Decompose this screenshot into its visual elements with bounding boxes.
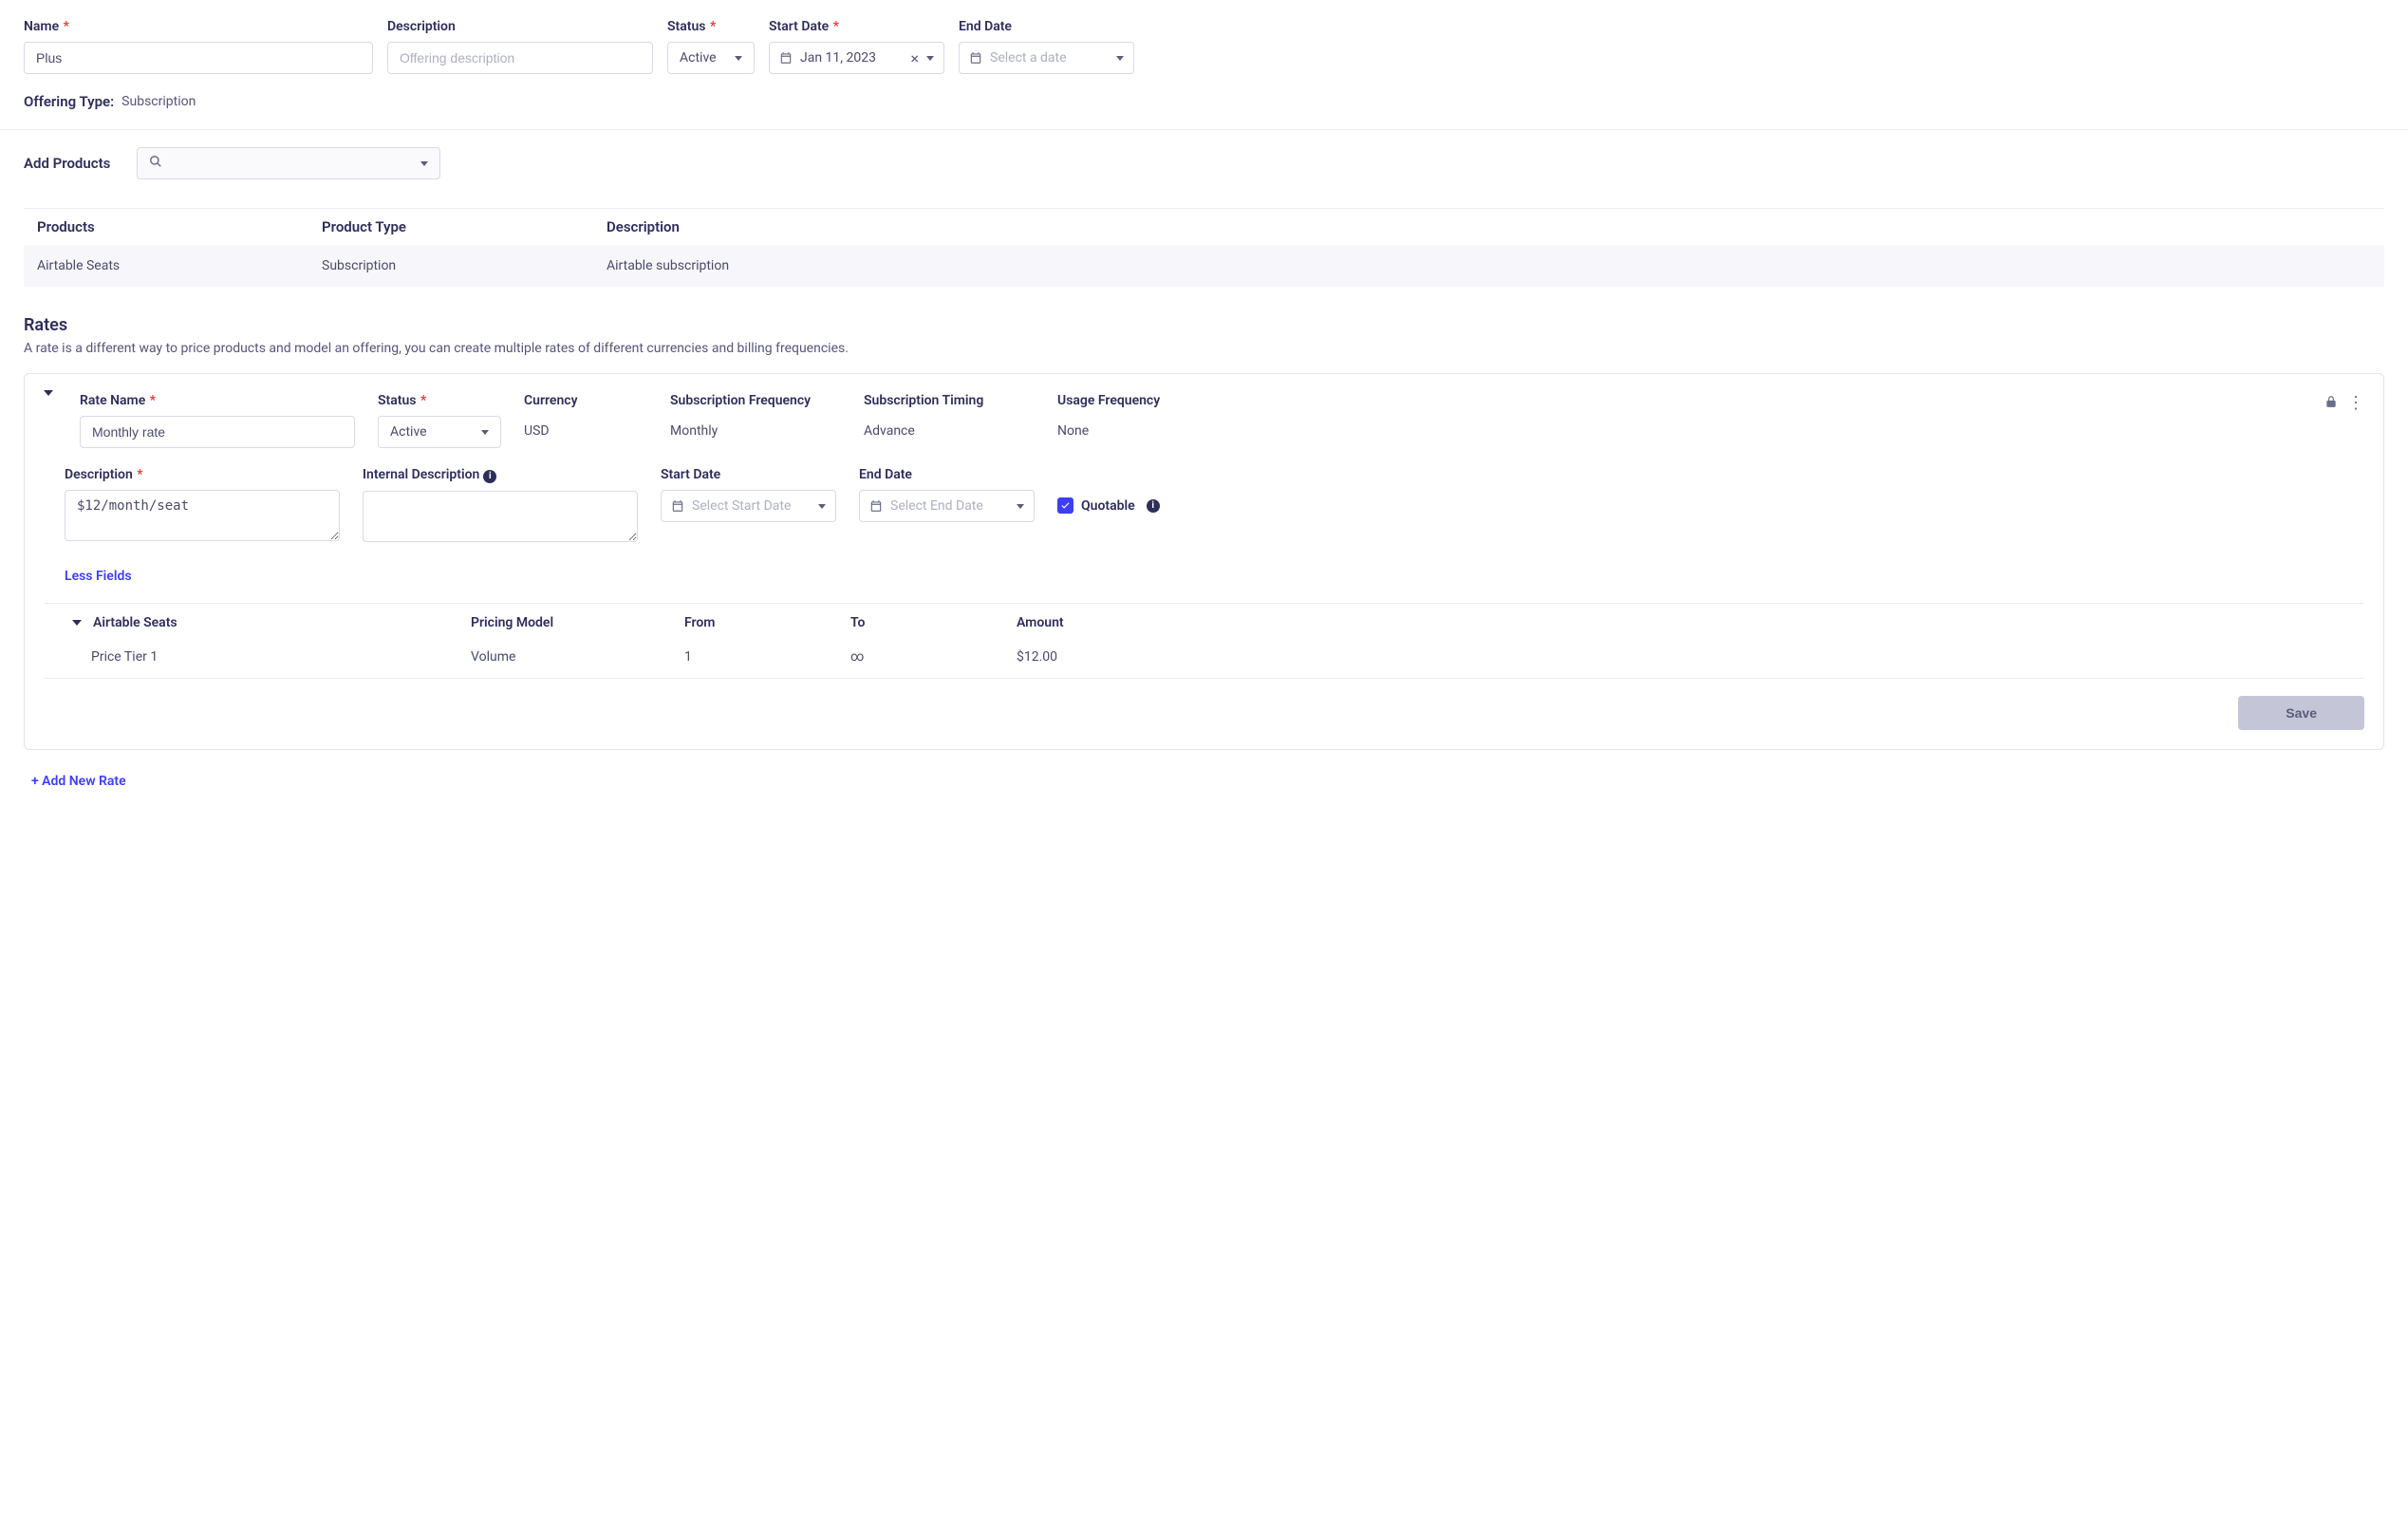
rate-end-date-label: End Date [859, 467, 1035, 482]
rate-name-label: Rate Name * [80, 393, 355, 408]
info-icon[interactable]: i [1147, 499, 1160, 513]
currency-label: Currency [524, 393, 647, 408]
rate-end-date-placeholder: Select End Date [890, 498, 1009, 514]
tier-model: Volume [471, 649, 684, 665]
sub-timing-label: Subscription Timing [864, 393, 1035, 408]
rate-name-input[interactable] [80, 416, 355, 448]
product-description: Airtable subscription [607, 258, 2371, 273]
pricing-model-header: Pricing Model [471, 615, 684, 630]
rate-card: Rate Name * Status * Active Currency USD… [24, 373, 2384, 750]
name-input[interactable] [24, 42, 373, 74]
rate-status-select[interactable]: Active [378, 416, 501, 448]
rate-description-input[interactable] [65, 490, 340, 541]
product-name: Airtable Seats [37, 258, 322, 273]
price-tier-row: Price Tier 1 Volume 1 ∞ $12.00 [44, 642, 2364, 678]
sub-freq-value: Monthly [670, 416, 841, 439]
pricing-from-header: From [684, 615, 850, 630]
tier-from: 1 [684, 649, 850, 665]
tier-name: Price Tier 1 [91, 649, 471, 665]
name-label: Name * [24, 19, 373, 34]
rate-status-label: Status * [378, 393, 501, 408]
chevron-down-icon[interactable] [72, 620, 82, 626]
search-icon [149, 155, 162, 172]
status-label: Status * [667, 19, 755, 34]
add-products-search[interactable] [137, 147, 440, 179]
rate-start-date-input[interactable]: Select Start Date [661, 490, 836, 522]
clear-icon[interactable]: × [910, 49, 919, 67]
status-value: Active [680, 50, 717, 66]
products-header-products: Products [37, 218, 322, 235]
products-header-description: Description [607, 218, 2371, 235]
pricing-amount-header: Amount [1017, 615, 2355, 630]
sub-freq-label: Subscription Frequency [670, 393, 841, 408]
add-products-label: Add Products [24, 155, 110, 172]
pricing-product-name: Airtable Seats [93, 615, 177, 630]
start-date-input[interactable]: Jan 11, 2023 × [769, 42, 944, 74]
pricing-to-header: To [850, 615, 1017, 630]
usage-freq-value: None [1057, 416, 1200, 439]
tier-to: ∞ [850, 649, 1017, 665]
quotable-checkbox[interactable] [1057, 497, 1073, 514]
start-date-value: Jan 11, 2023 [800, 50, 903, 66]
chevron-down-icon [818, 504, 826, 509]
calendar-icon [779, 51, 793, 65]
info-icon[interactable]: i [483, 470, 496, 483]
rate-start-date-placeholder: Select Start Date [692, 498, 811, 514]
rates-subtitle: A rate is a different way to price produ… [24, 341, 2384, 356]
currency-value: USD [524, 416, 647, 439]
rate-description-label: Description * [65, 467, 340, 482]
product-row[interactable]: Airtable Seats Subscription Airtable sub… [24, 245, 2384, 287]
description-input[interactable] [387, 42, 653, 74]
calendar-icon [869, 499, 883, 513]
internal-desc-input[interactable] [363, 491, 638, 542]
quotable-label: Quotable [1081, 498, 1135, 514]
less-fields-link[interactable]: Less Fields [65, 569, 132, 584]
offering-type-value: Subscription [121, 94, 196, 109]
calendar-icon [671, 499, 684, 513]
chevron-down-icon [735, 56, 742, 61]
rates-title: Rates [24, 315, 2384, 335]
chevron-down-icon [420, 161, 428, 166]
chevron-down-icon [1017, 504, 1024, 509]
rate-status-value: Active [390, 424, 427, 440]
status-select[interactable]: Active [667, 42, 755, 74]
product-type: Subscription [322, 258, 607, 273]
end-date-input[interactable]: Select a date [959, 42, 1134, 74]
start-date-label: Start Date * [769, 19, 944, 34]
chevron-down-icon [44, 390, 53, 411]
tier-amount: $12.00 [1017, 649, 2355, 665]
more-menu-icon[interactable]: ⋮ [2347, 395, 2364, 412]
collapse-toggle[interactable] [44, 396, 53, 411]
offering-type-label: Offering Type: [24, 93, 114, 110]
description-label: Description [387, 19, 653, 34]
add-new-rate-link[interactable]: + Add New Rate [31, 774, 2384, 789]
rate-end-date-input[interactable]: Select End Date [859, 490, 1035, 522]
save-button[interactable]: Save [2238, 696, 2364, 730]
chevron-down-icon [1116, 56, 1124, 61]
chevron-down-icon [481, 430, 489, 435]
end-date-label: End Date [959, 19, 1134, 34]
products-header-type: Product Type [322, 218, 607, 235]
internal-desc-label: Internal Descriptioni [363, 467, 638, 483]
usage-freq-label: Usage Frequency [1057, 393, 1200, 408]
chevron-down-icon [926, 56, 934, 61]
lock-icon[interactable] [2324, 395, 2338, 412]
end-date-placeholder: Select a date [990, 50, 1109, 66]
calendar-icon [969, 51, 982, 65]
sub-timing-value: Advance [864, 416, 1035, 439]
rate-start-date-label: Start Date [661, 467, 836, 482]
